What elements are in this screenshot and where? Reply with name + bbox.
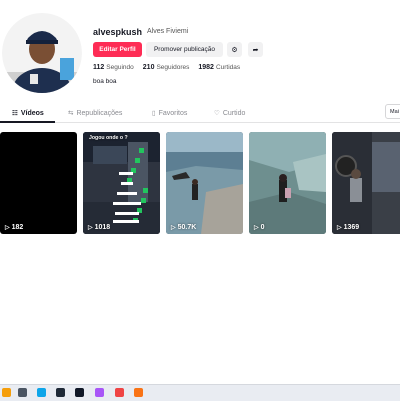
video-thumbnail[interactable]: ▷ 50.7K xyxy=(166,132,243,234)
share-button[interactable]: ➦ xyxy=(248,42,263,57)
tiktok-icon[interactable] xyxy=(115,388,124,397)
share-icon: ➦ xyxy=(252,46,259,54)
heart-icon: ♡ xyxy=(214,110,220,117)
video-image xyxy=(83,132,160,234)
video-thumbnail[interactable]: ▷ 182 xyxy=(0,132,77,234)
repost-icon: ⇆ xyxy=(68,110,74,117)
play-icon: ▷ xyxy=(5,225,10,231)
view-count: ▷ 50.7K xyxy=(171,224,197,231)
settings-button[interactable]: ⚙ xyxy=(227,42,242,57)
followers-stat[interactable]: 210 Seguidores xyxy=(143,64,190,71)
tab-videos[interactable]: ☷ Vídeos xyxy=(12,109,44,118)
play-icon: ▷ xyxy=(254,225,259,231)
play-icon: ▷ xyxy=(171,225,176,231)
taskbar-app-icon[interactable] xyxy=(2,388,11,397)
play-icon: ▷ xyxy=(337,225,342,231)
active-tab-indicator xyxy=(0,121,55,123)
tab-reposts[interactable]: ⇆ Republicações xyxy=(68,109,122,118)
settings-icon: ⚙ xyxy=(231,46,238,54)
bookmark-icon: ▯ xyxy=(152,110,156,117)
steam-icon[interactable] xyxy=(56,388,65,397)
view-count: ▷ 0 xyxy=(254,224,265,231)
profile-username: alvespkush xyxy=(93,27,143,37)
video-image xyxy=(166,132,243,234)
profile-avatar[interactable] xyxy=(2,12,82,94)
video-thumbnail[interactable]: Jogou onde o ? ▷ 1018 xyxy=(83,132,160,234)
microphone-icon[interactable] xyxy=(134,388,143,397)
video-image xyxy=(249,132,326,234)
profile-stats: 112 Seguindo 210 Seguidores 1982 Curtidas xyxy=(93,64,240,71)
likes-stat: 1982 Curtidas xyxy=(198,64,241,71)
view-count: ▷ 1018 xyxy=(88,224,111,231)
profile-tabs: ☷ Vídeos ⇆ Republicações ▯ Favoritos ♡ C… xyxy=(0,106,400,123)
sort-button[interactable]: Mai xyxy=(385,104,400,119)
grid-icon: ☷ xyxy=(12,110,18,117)
taskbar-app-icon[interactable] xyxy=(75,388,84,397)
file-explorer-icon[interactable] xyxy=(37,388,46,397)
avatar-image xyxy=(2,13,82,93)
edit-profile-button[interactable]: Editar Perfil xyxy=(93,42,142,57)
taskbar-app-icon[interactable] xyxy=(95,388,104,397)
following-stat[interactable]: 112 Seguindo xyxy=(93,64,134,71)
profile-bio: boa boa xyxy=(93,78,117,85)
video-thumbnail[interactable]: ▷ 1369 xyxy=(332,132,400,234)
play-icon: ▷ xyxy=(88,225,93,231)
search-icon[interactable] xyxy=(18,388,27,397)
promote-post-button[interactable]: Promover publicação xyxy=(146,42,223,57)
view-count: ▷ 1369 xyxy=(337,224,360,231)
view-count: ▷ 182 xyxy=(5,224,24,231)
profile-nickname: Alves Fiviemi xyxy=(147,28,189,35)
os-taskbar xyxy=(0,384,400,401)
video-thumbnail[interactable]: ▷ 0 xyxy=(249,132,326,234)
tab-favorites[interactable]: ▯ Favoritos xyxy=(152,109,187,118)
video-caption: Jogou onde o ? xyxy=(89,135,128,141)
video-image xyxy=(332,132,400,234)
tab-liked[interactable]: ♡ Curtido xyxy=(214,109,245,118)
